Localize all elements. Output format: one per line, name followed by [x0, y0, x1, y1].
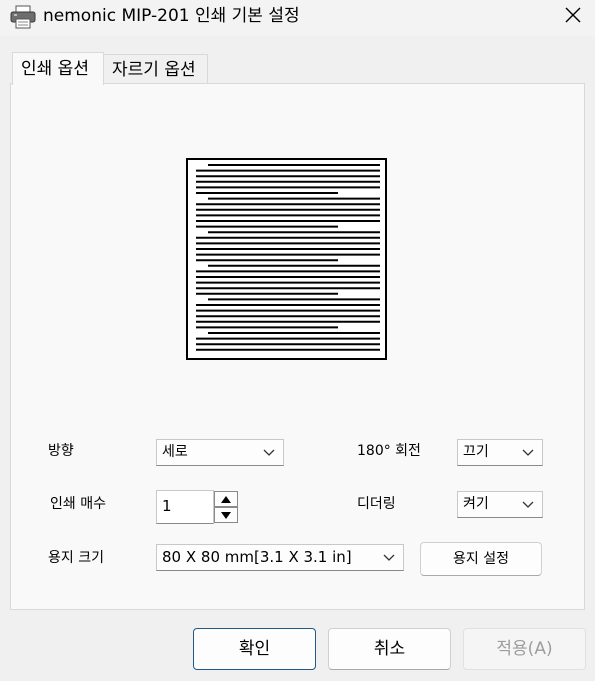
dithering-select[interactable]: 켜기	[457, 491, 543, 518]
apply-button[interactable]: 적용(A)	[463, 628, 586, 670]
rotate180-select[interactable]: 끄기	[457, 439, 543, 466]
close-icon	[565, 7, 581, 23]
chevron-down-icon	[263, 449, 275, 456]
triangle-down-icon	[221, 512, 231, 519]
tab-print-options[interactable]: 인쇄 옵션	[12, 52, 104, 85]
window-title: nemonic MIP-201 인쇄 기본 설정	[43, 6, 300, 26]
dithering-value: 켜기	[463, 496, 489, 512]
orientation-value: 세로	[162, 444, 188, 460]
orientation-select[interactable]: 세로	[156, 439, 284, 466]
ok-button[interactable]: 확인	[193, 628, 316, 670]
chevron-down-icon	[522, 449, 534, 456]
tab-cut-options[interactable]: 자르기 옵션	[104, 54, 208, 84]
page-preview-icon	[186, 158, 387, 360]
paper-setup-button[interactable]: 용지 설정	[420, 542, 542, 576]
copies-label: 인쇄 매수	[50, 496, 106, 512]
paper-size-value: 80 X 80 mm[3.1 X 3.1 in]	[162, 548, 352, 566]
copies-input[interactable]: 1	[156, 490, 214, 524]
dithering-label: 디더링	[357, 496, 396, 512]
paper-size-select[interactable]: 80 X 80 mm[3.1 X 3.1 in]	[156, 544, 404, 571]
orientation-label: 방향	[48, 443, 74, 459]
chevron-down-icon	[522, 501, 534, 508]
chevron-down-icon	[383, 554, 395, 561]
printer-icon	[10, 5, 36, 29]
close-button[interactable]	[555, 0, 591, 32]
cancel-button[interactable]: 취소	[328, 628, 451, 670]
rotate180-value: 끄기	[463, 444, 489, 460]
copies-decrement-button[interactable]	[214, 507, 238, 523]
rotate180-label: 180° 회전	[357, 443, 421, 459]
paper-size-label: 용지 크기	[48, 550, 104, 566]
copies-increment-button[interactable]	[214, 491, 238, 507]
triangle-up-icon	[221, 496, 231, 503]
title-bar: nemonic MIP-201 인쇄 기본 설정	[0, 0, 595, 36]
